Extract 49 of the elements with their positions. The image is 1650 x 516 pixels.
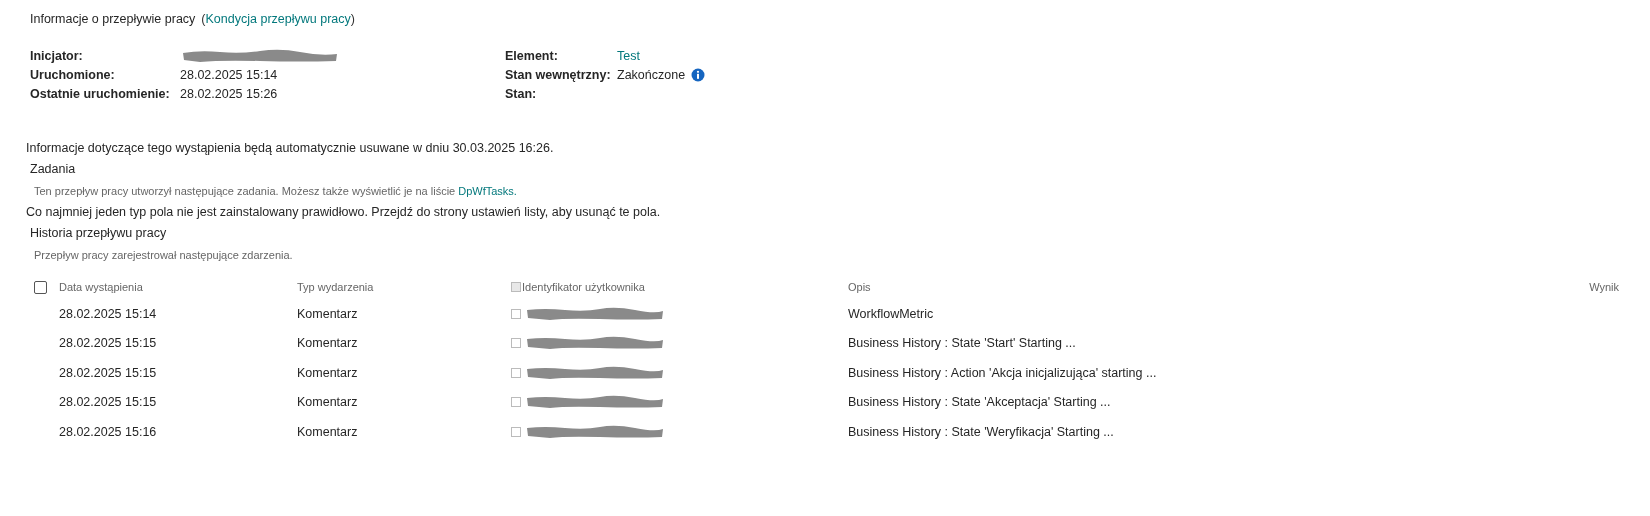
column-header[interactable]: Data wystąpienia (59, 281, 143, 293)
table-cell: Komentarz (297, 365, 358, 380)
image-placeholder-icon (511, 426, 521, 437)
select-all-checkbox[interactable] (34, 280, 47, 294)
table-cell: 28.02.2025 15:15 (59, 336, 157, 351)
column-header[interactable]: Identyfikator użytkownika (522, 281, 645, 293)
field-value: 28.02.2025 15:26 (180, 86, 278, 101)
table-cell: Business History : State 'Weryfikacja' Starting ... (848, 424, 1114, 439)
field-value: 28.02.2025 15:14 (180, 67, 278, 82)
field-label: Element: (505, 48, 559, 63)
table-cell: Komentarz (297, 424, 358, 439)
table-cell: 28.02.2025 15:15 (59, 395, 157, 410)
image-placeholder-icon (511, 367, 521, 378)
table-cell: 28.02.2025 15:16 (59, 424, 157, 439)
column-header[interactable]: Wynik (1589, 281, 1619, 293)
table-cell: WorkflowMetric (848, 306, 934, 321)
info-icon[interactable] (691, 67, 706, 82)
column-header[interactable]: Opis (848, 281, 871, 293)
image-placeholder-icon (511, 282, 521, 292)
item-link[interactable]: Test (617, 48, 640, 63)
field-label: Uruchomione: (30, 67, 116, 82)
paren-text: ( (201, 12, 206, 26)
section-title: Informacje o przepływie pracy (30, 12, 196, 26)
list-link[interactable]: DpWfTasks. (458, 185, 517, 197)
table-cell: Business History : State 'Akceptacja' Starting ... (848, 395, 1111, 410)
warning-message: Co najmniej jeden typ pola nie jest zainstalowany prawidłowo. Przejdź do strony ustawień listy, aby usunąć te pola. (26, 205, 662, 219)
field-value: Zakończone (617, 67, 686, 82)
section-title: Historia przepływu pracy (30, 226, 168, 240)
image-placeholder-icon (511, 338, 521, 349)
table-cell: Business History : Action 'Akcja inicjalizująca' starting ... (848, 365, 1157, 380)
section-title: Zadania (30, 162, 77, 176)
table-cell: 28.02.2025 15:15 (59, 365, 157, 380)
section-description: Ten przepływ pracy utworzył następujące zadania. Możesz także wyświetlić je na liście (34, 185, 456, 197)
table-cell: Komentarz (297, 336, 358, 351)
column-header[interactable]: Typ wydarzenia (297, 281, 374, 293)
field-label: Stan wewnętrzny: (505, 67, 612, 82)
table-cell: Business History : State 'Start' Starting ... (848, 336, 1076, 351)
paren-text: ) (350, 12, 355, 26)
field-label: Ostatnie uruchomienie: (30, 86, 171, 101)
field-label: Stan: (505, 86, 538, 101)
field-label: Inicjator: (30, 48, 84, 63)
table-cell: 28.02.2025 15:14 (59, 306, 157, 321)
retention-notice: Informacje dotyczące tego wystąpienia będą automatycznie usuwane w dniu 30.03.2025 16:26. (26, 141, 555, 155)
table-cell: Komentarz (297, 306, 358, 321)
image-placeholder-icon (511, 397, 521, 408)
section-description: Przepływ pracy zarejestrował następujące zdarzenia. (34, 249, 293, 261)
image-placeholder-icon (511, 308, 521, 319)
health-link[interactable]: Kondycja przepływu pracy (205, 12, 351, 26)
table-cell: Komentarz (297, 395, 358, 410)
